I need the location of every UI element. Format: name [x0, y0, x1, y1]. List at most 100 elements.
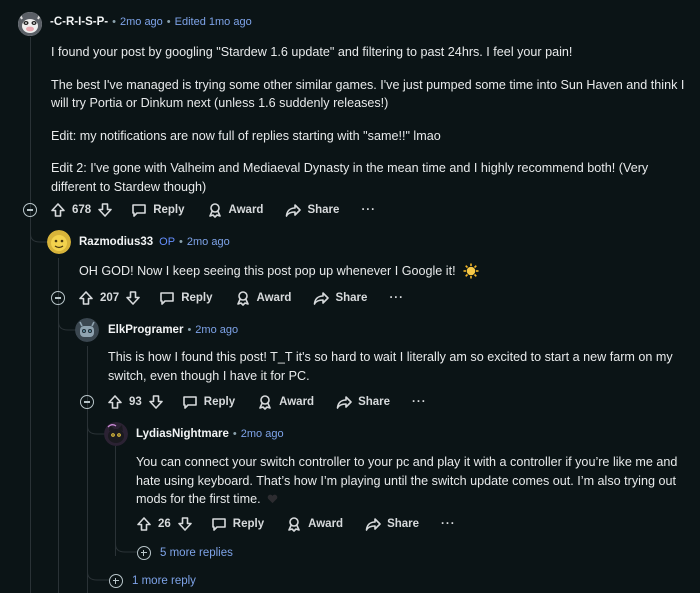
more-replies-link[interactable]: 1 more reply	[109, 574, 196, 588]
more-replies-label: 5 more replies	[160, 547, 233, 559]
avatar[interactable]	[47, 230, 71, 254]
upvote-button[interactable]	[136, 516, 152, 532]
more-options-button[interactable]: ···	[361, 204, 376, 216]
reply-button[interactable]: Reply	[182, 394, 235, 410]
comment-paragraph: This is how I found this post! T_T it's …	[108, 350, 673, 383]
thread-line-1[interactable]	[30, 37, 31, 593]
upvote-icon	[108, 395, 122, 409]
share-button[interactable]: Share	[313, 290, 367, 306]
share-button[interactable]: Share	[285, 202, 339, 218]
separator-dot: •	[232, 428, 237, 440]
expand-icon	[137, 546, 151, 560]
comment-header: LydiasNightmare • 2mo ago	[136, 428, 284, 440]
comment-paragraph: Edit: my notifications are now full of r…	[51, 128, 441, 143]
separator-dot: •	[166, 16, 171, 28]
upvote-icon	[51, 203, 65, 217]
comment-body: I found your post by googling "Stardew 1…	[51, 43, 691, 196]
thread-connector-3	[58, 312, 76, 331]
reply-icon	[132, 204, 146, 217]
more-options-button[interactable]: ···	[441, 518, 456, 530]
comment-header: -C-R-I-S-P- • 2mo ago • Edited 1mo ago	[50, 16, 252, 28]
collapse-icon	[80, 395, 94, 409]
cat-avatar-icon	[104, 422, 128, 446]
collapse-button[interactable]	[23, 203, 37, 217]
collapse-button[interactable]	[51, 291, 65, 305]
award-button[interactable]: Award	[235, 290, 291, 306]
expand-icon	[109, 574, 123, 588]
username[interactable]: -C-R-I-S-P-	[50, 16, 108, 28]
more-options-icon: ···	[389, 292, 404, 304]
upvote-icon	[137, 517, 151, 531]
downvote-button[interactable]	[97, 202, 113, 218]
robot-avatar-icon	[75, 318, 99, 342]
timestamp[interactable]: 2mo ago	[195, 324, 238, 336]
upvote-button[interactable]	[50, 202, 66, 218]
upvote-button[interactable]	[78, 290, 94, 306]
timestamp[interactable]: 2mo ago	[241, 428, 284, 440]
comment-paragraph: Edit 2: I've gone with Valheim and Media…	[51, 161, 649, 194]
separator-dot: •	[179, 236, 183, 248]
share-label: Share	[358, 396, 391, 408]
award-button[interactable]: Award	[286, 516, 343, 532]
avatar[interactable]	[75, 318, 99, 342]
timestamp[interactable]: 2mo ago	[187, 236, 230, 248]
reply-button[interactable]: Reply	[211, 516, 264, 532]
collapse-button[interactable]	[80, 395, 94, 409]
reply-label: Reply	[153, 204, 185, 216]
share-button[interactable]: Share	[336, 394, 390, 410]
downvote-button[interactable]	[148, 394, 164, 410]
more-replies-link[interactable]: 5 more replies	[137, 546, 233, 560]
award-label: Award	[279, 396, 315, 408]
comment-header: Razmodius33 OP • 2mo ago	[79, 236, 230, 248]
vote-count: 26	[158, 518, 171, 530]
award-icon	[259, 395, 271, 410]
comment-paragraph: You can connect your switch controller t…	[136, 455, 678, 506]
reply-label: Reply	[232, 518, 265, 530]
reply-icon	[160, 292, 174, 305]
more-options-button[interactable]: ···	[389, 292, 404, 304]
yellow-avatar-icon	[47, 230, 71, 254]
award-label: Award	[228, 204, 264, 216]
comment-paragraph: The best I've managed is trying some oth…	[51, 77, 685, 111]
op-badge: OP	[159, 236, 176, 248]
collapse-icon	[23, 203, 37, 217]
upvote-icon	[79, 291, 93, 305]
comment-body: This is how I found this post! T_T it's …	[108, 348, 693, 385]
username[interactable]: Razmodius33	[79, 236, 153, 248]
reply-label: Reply	[181, 292, 213, 304]
comment-paragraph: OH GOD! Now I keep seeing this post pop …	[79, 264, 456, 278]
downvote-button[interactable]	[177, 516, 193, 532]
comment-header: ElkProgramer • 2mo ago	[108, 324, 238, 336]
cow-avatar-icon	[18, 12, 42, 36]
award-button[interactable]: Award	[207, 202, 264, 218]
comment-body: You can connect your switch controller t…	[136, 453, 694, 509]
reply-button[interactable]: Reply	[159, 290, 213, 306]
share-button[interactable]: Share	[365, 516, 419, 532]
comment-body: OH GOD! Now I keep seeing this post pop …	[79, 262, 479, 281]
downvote-button[interactable]	[125, 290, 141, 306]
comment-actions: 678 Reply Award Share ···	[50, 198, 376, 222]
comment-actions: 93 Reply Award Share ···	[107, 390, 427, 414]
sun-emoji-icon	[463, 263, 479, 279]
share-label: Share	[387, 518, 420, 530]
thread-line-3[interactable]	[87, 346, 88, 593]
share-icon	[365, 518, 381, 531]
username[interactable]: ElkProgramer	[108, 324, 183, 336]
downvote-icon	[177, 517, 192, 531]
avatar[interactable]	[104, 422, 128, 446]
more-options-icon: ···	[412, 396, 427, 408]
downvote-icon	[148, 395, 163, 409]
avatar[interactable]	[18, 12, 42, 36]
separator-dot: •	[112, 16, 116, 28]
timestamp[interactable]: 2mo ago	[120, 16, 163, 28]
upvote-button[interactable]	[107, 394, 123, 410]
award-icon	[236, 291, 249, 306]
award-button[interactable]: Award	[257, 394, 314, 410]
edited-label: Edited 1mo ago	[174, 16, 252, 28]
reply-button[interactable]: Reply	[131, 202, 185, 218]
username[interactable]: LydiasNightmare	[136, 428, 229, 440]
award-icon	[288, 517, 300, 532]
thread-line-2[interactable]	[58, 258, 59, 593]
award-icon	[208, 203, 221, 218]
more-options-button[interactable]: ···	[412, 396, 427, 408]
